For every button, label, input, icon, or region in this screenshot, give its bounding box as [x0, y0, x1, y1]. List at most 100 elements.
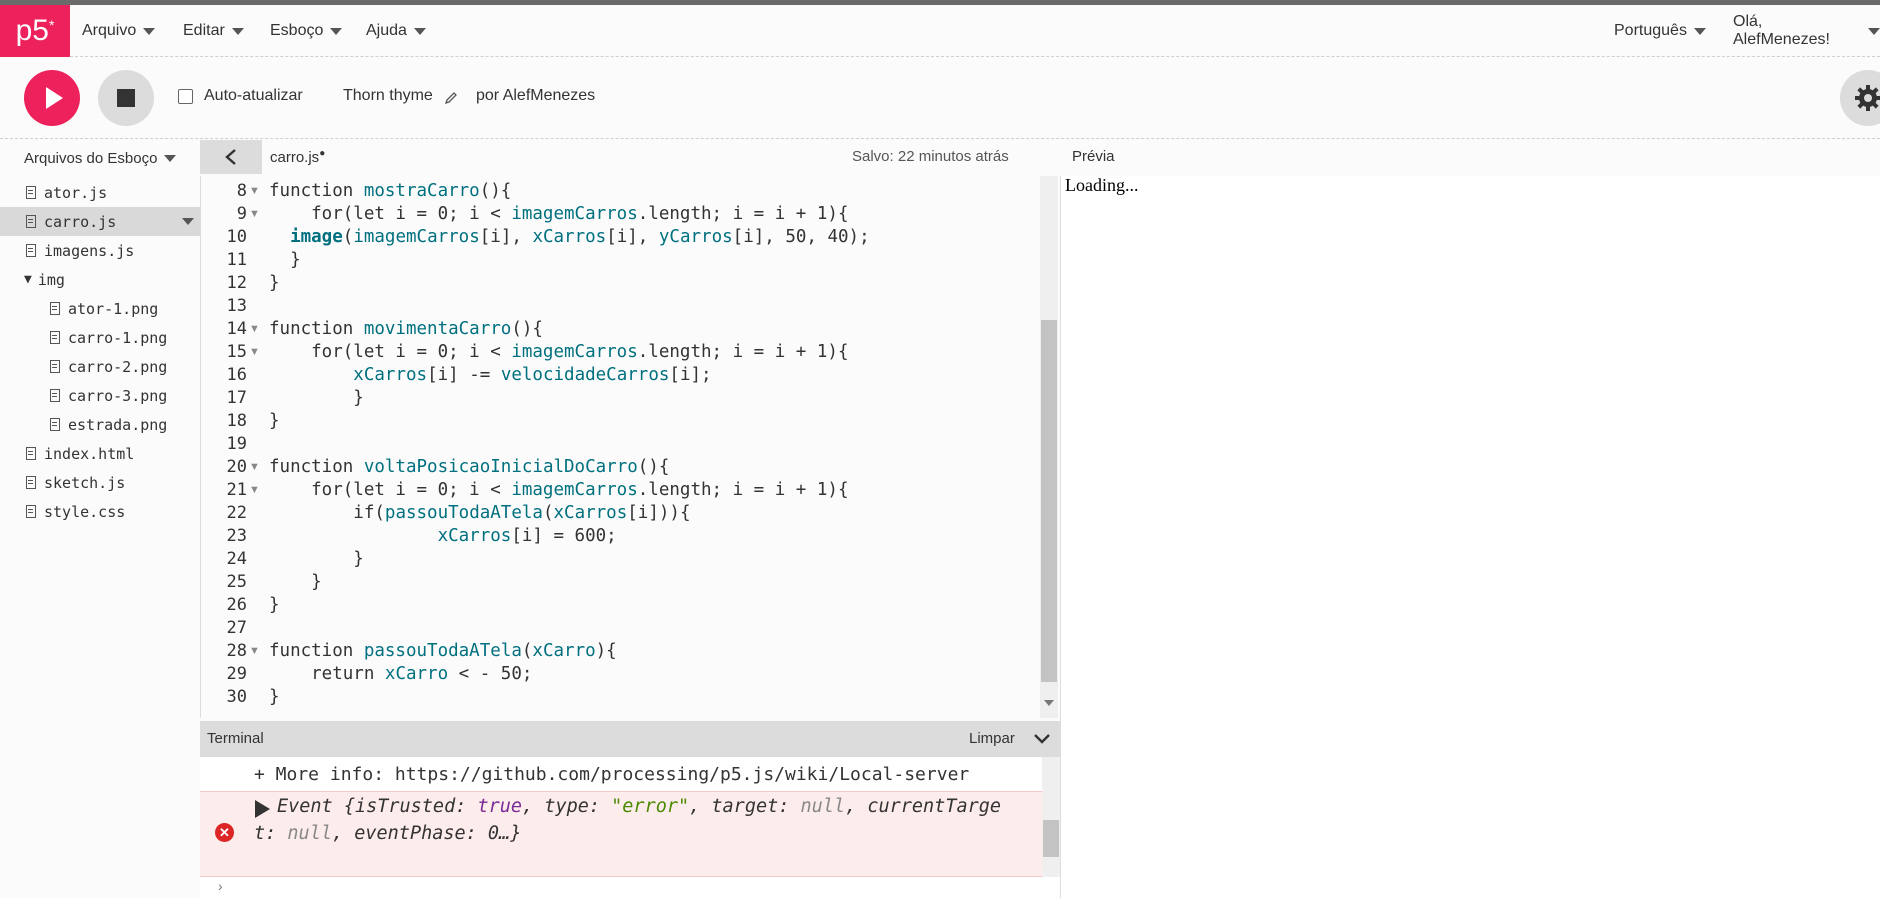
logo-asterisk: * — [48, 17, 55, 33]
line-number: 24 — [226, 549, 247, 569]
file-item[interactable]: style.css — [0, 497, 200, 526]
line-number: 19 — [226, 434, 247, 454]
code-line[interactable]: } — [269, 249, 301, 272]
console-title: Terminal — [207, 730, 264, 747]
file-name: imagens.js — [44, 241, 135, 260]
line-number: 22 — [226, 503, 247, 523]
chevron-down-icon — [330, 27, 343, 35]
menu-ajuda[interactable]: Ajuda — [366, 5, 426, 57]
code-line[interactable]: for(let i = 0; i < imagemCarros.length; … — [269, 203, 848, 226]
code-line[interactable]: function voltaPosicaoInicialDoCarro(){ — [269, 456, 669, 479]
console-header — [200, 721, 1060, 757]
code-line[interactable]: return xCarro < - 50; — [269, 663, 532, 686]
line-number: 18 — [226, 411, 247, 431]
expand-triangle-icon[interactable] — [255, 800, 270, 818]
line-number: 28 — [226, 641, 247, 661]
user-menu[interactable]: Olá, AlefMenezes! — [1733, 5, 1880, 57]
fold-toggle-icon[interactable]: ▼ — [249, 180, 260, 203]
preview-label: Prévia — [1072, 148, 1115, 165]
file-name: index.html — [44, 444, 135, 463]
code-line[interactable]: for(let i = 0; i < imagemCarros.length; … — [269, 479, 848, 502]
console-scrollbar-thumb[interactable] — [1043, 820, 1059, 857]
code-line[interactable]: } — [269, 272, 280, 295]
file-item-selected[interactable]: carro.js — [0, 207, 200, 236]
code-line[interactable]: } — [269, 387, 364, 410]
line-number: 29 — [226, 664, 247, 684]
fold-toggle-icon[interactable]: ▼ — [249, 203, 260, 226]
file-icon — [26, 186, 36, 199]
file-item[interactable]: index.html — [0, 439, 200, 468]
scroll-down-arrow-icon[interactable] — [1044, 700, 1054, 706]
file-item[interactable]: imagens.js — [0, 236, 200, 265]
console-clear-button[interactable]: Limpar — [969, 730, 1015, 747]
folder-expanded-icon: ▼ — [24, 272, 32, 287]
file-item[interactable]: ator.js — [0, 178, 200, 207]
code-line[interactable]: } — [269, 410, 280, 433]
user-label: Olá, AlefMenezes! — [1733, 13, 1830, 48]
chevron-down-icon — [1868, 27, 1880, 35]
fold-toggle-icon[interactable]: ▼ — [249, 318, 260, 341]
menu-editar-label: Editar — [183, 22, 225, 39]
folder-item[interactable]: ▼ img — [0, 265, 200, 294]
menu-arquivo[interactable]: Arquivo — [82, 5, 156, 57]
file-tab[interactable]: carro.js● — [270, 148, 325, 166]
chevron-down-icon — [231, 27, 244, 35]
code-line[interactable]: for(let i = 0; i < imagemCarros.length; … — [269, 341, 848, 364]
file-name: ator.js — [44, 183, 108, 202]
code-line[interactable]: image(imagemCarros[i], xCarros[i], yCarr… — [269, 226, 870, 249]
code-line[interactable]: } — [269, 548, 364, 571]
pencil-icon[interactable] — [444, 91, 458, 105]
fold-toggle-icon[interactable]: ▼ — [249, 341, 260, 364]
code-line[interactable]: } — [269, 686, 280, 709]
line-number: 12 — [226, 273, 247, 293]
settings-button[interactable] — [1840, 70, 1880, 126]
console-prompt-icon[interactable]: › — [218, 878, 223, 894]
auto-refresh-checkbox[interactable] — [178, 89, 193, 104]
line-number: 15 — [226, 342, 247, 362]
menu-arquivo-label: Arquivo — [82, 22, 137, 39]
collapse-sidebar-button[interactable] — [200, 140, 262, 174]
line-number: 16 — [226, 365, 247, 385]
console-error-line-1: Event {isTrusted: true, type: "error", t… — [277, 796, 1002, 817]
file-item[interactable]: sketch.js — [0, 468, 200, 497]
code-line[interactable]: } — [269, 594, 280, 617]
code-line[interactable]: xCarros[i] = 600; — [269, 525, 617, 548]
code-line[interactable]: xCarros[i] -= velocidadeCarros[i]; — [269, 364, 711, 387]
code-line[interactable]: } — [269, 571, 322, 594]
fold-toggle-icon[interactable]: ▼ — [249, 479, 260, 502]
sketch-name[interactable]: Thorn thyme — [343, 87, 433, 105]
file-item[interactable]: carro-3.png — [0, 381, 200, 410]
file-item[interactable]: ator-1.png — [0, 294, 200, 323]
code-editor[interactable]: 8 ▼ 9 ▼ 10 11 12 13 14 ▼ 15 ▼ 16 17 18 19 20 ▼ 21 ▼ 22 23 24 25… — [200, 176, 1060, 718]
p5-logo[interactable]: p5 * — [0, 5, 70, 57]
language-menu[interactable]: Português — [1614, 5, 1706, 57]
language-label: Português — [1614, 22, 1687, 39]
file-name: ator-1.png — [68, 299, 159, 318]
file-icon — [50, 389, 60, 402]
line-number: 26 — [226, 595, 247, 615]
file-name: estrada.png — [68, 415, 168, 434]
editor-scrollbar-thumb[interactable] — [1041, 320, 1057, 682]
stop-button[interactable] — [98, 70, 154, 126]
menu-editar[interactable]: Editar — [183, 5, 244, 57]
code-line[interactable]: function passouTodaATela(xCarro){ — [269, 640, 617, 663]
file-item[interactable]: carro-1.png — [0, 323, 200, 352]
error-icon: ✕ — [215, 823, 234, 842]
file-item[interactable]: estrada.png — [0, 410, 200, 439]
code-line[interactable]: function mostraCarro(){ — [269, 180, 511, 203]
menu-esboco[interactable]: Esboço — [270, 5, 343, 57]
fold-toggle-icon[interactable]: ▼ — [249, 640, 260, 663]
console-scrollbar[interactable] — [1042, 757, 1060, 877]
file-item[interactable]: carro-2.png — [0, 352, 200, 381]
play-button[interactable] — [24, 70, 80, 126]
fold-toggle-icon[interactable]: ▼ — [249, 456, 260, 479]
file-options-chevron-icon[interactable] — [182, 218, 194, 225]
collapse-console-chevron-icon[interactable] — [1033, 733, 1051, 745]
sketch-files-header[interactable]: Arquivos do Esboço — [0, 140, 200, 176]
file-name: carro.js — [44, 212, 117, 231]
file-icon — [26, 244, 36, 257]
chevron-down-icon — [413, 27, 426, 35]
auto-refresh-label[interactable]: Auto-atualizar — [204, 87, 303, 105]
code-line[interactable]: if(passouTodaATela(xCarros[i])){ — [269, 502, 690, 525]
code-line[interactable]: function movimentaCarro(){ — [269, 318, 543, 341]
